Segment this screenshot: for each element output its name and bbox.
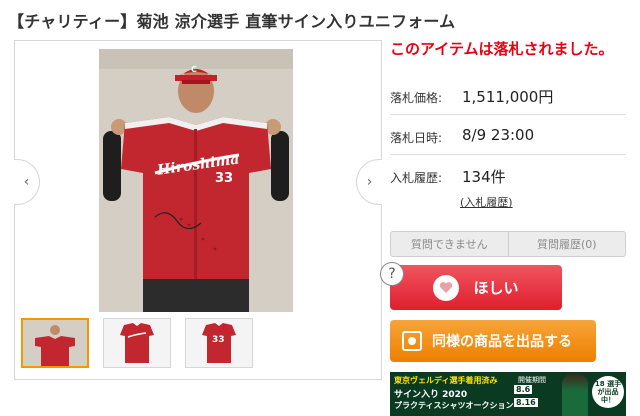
banner-date-start: 8.6: [514, 385, 533, 394]
next-image-button[interactable]: ›: [356, 159, 382, 205]
promo-banner[interactable]: 東京ヴェルディ選手着用済み サイン入り 2020 プラクティスシャツオークション…: [390, 372, 626, 416]
want-button-label: ほしい: [473, 279, 519, 297]
end-time-label: 落札日時:: [390, 131, 443, 145]
thumb-jersey-number: 33: [212, 335, 225, 345]
heart-icon: [433, 274, 460, 301]
ask-question-button[interactable]: 質問できません: [391, 232, 508, 256]
thumb-photo-player: [23, 320, 87, 366]
banner-player-image: [562, 374, 588, 416]
chevron-left-icon: ‹: [23, 174, 30, 190]
banner-subtitle-2: プラクティスシャツオークション: [394, 401, 514, 410]
main-photo[interactable]: Hiroshima 33 C: [99, 49, 293, 312]
price-value: 1,511,000円: [462, 88, 554, 106]
thumbnail-2[interactable]: [103, 318, 171, 368]
jersey-number: 33: [215, 171, 234, 186]
bid-history-row: 入札履歴: 134件: [390, 166, 626, 188]
question-bar: 質問できません 質問履歴(0): [390, 231, 626, 257]
thumbnail-3[interactable]: 33: [185, 318, 253, 368]
sell-similar-label: 同様の商品を出品する: [432, 334, 572, 350]
end-time-value: 8/9 23:00: [462, 126, 535, 144]
bid-history-link[interactable]: (入札履歴): [460, 194, 513, 210]
help-icon[interactable]: ?: [380, 262, 404, 286]
bid-history-label: 入札履歴:: [390, 171, 443, 185]
divider: [390, 154, 626, 155]
banner-headline: 東京ヴェルディ選手着用済み: [394, 376, 498, 385]
question-history-button[interactable]: 質問履歴(0): [507, 232, 626, 256]
cap-logo: C: [191, 65, 197, 74]
bid-count-value: 134件: [462, 168, 506, 186]
item-title: 【チャリティー】菊池 涼介選手 直筆サイン入りユニフォーム: [8, 12, 456, 31]
thumbnail-1[interactable]: [21, 318, 89, 368]
chevron-right-icon: ›: [366, 174, 373, 190]
sell-similar-button[interactable]: 同様の商品を出品する: [390, 320, 596, 362]
thumb-photo-jersey-front: [104, 319, 170, 367]
prev-image-button[interactable]: ‹: [14, 159, 40, 205]
sold-message: このアイテムは落札されました。: [390, 40, 614, 58]
banner-date-end: 8.16: [514, 398, 538, 407]
banner-period-label: 開催期間: [518, 376, 546, 384]
image-gallery: Hiroshima 33 C ‹ › 33: [14, 40, 382, 380]
price-row: 落札価格: 1,511,000円: [390, 86, 626, 108]
want-button[interactable]: ほしい: [390, 265, 562, 310]
divider: [390, 114, 626, 115]
price-label: 落札価格:: [390, 91, 443, 105]
sell-icon: [402, 331, 422, 351]
banner-badge: 18 選手が出品中！: [592, 376, 624, 408]
player-jersey-photo: [99, 49, 293, 312]
end-time-row: 落札日時: 8/9 23:00: [390, 126, 626, 148]
banner-subtitle: サイン入り 2020: [394, 390, 468, 400]
thumbnail-strip: 33: [21, 318, 253, 368]
